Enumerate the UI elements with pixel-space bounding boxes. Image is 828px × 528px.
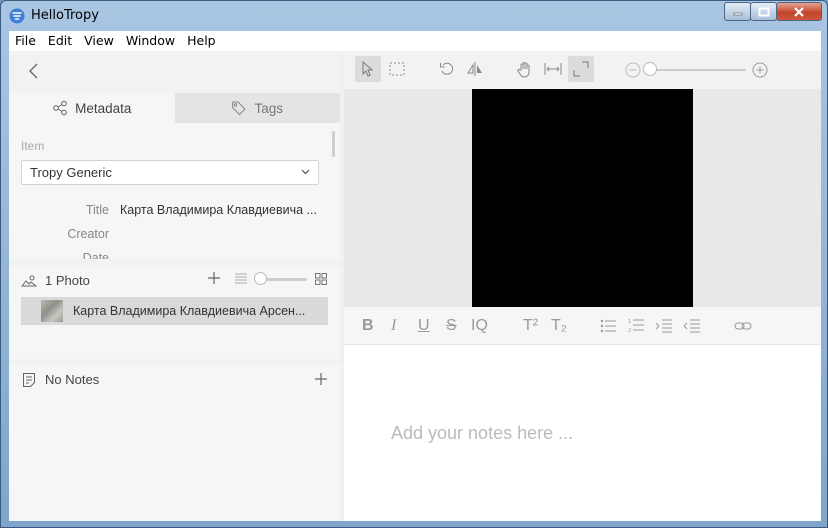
mirror-button[interactable] — [462, 56, 488, 82]
template-select-value: Tropy Generic — [30, 165, 112, 180]
outdent-icon[interactable] — [684, 319, 700, 333]
note-format-toolbar: B I U S IQ T² T₂ 12 — [344, 307, 821, 345]
add-photo-icon[interactable] — [207, 271, 221, 285]
title-bar[interactable]: HelloTropy — [1, 1, 827, 31]
selection-tool-button[interactable] — [384, 56, 410, 82]
field-title[interactable]: Title Карта Владимира Клавдиевича ... — [9, 199, 340, 223]
numbered-list-icon[interactable]: 12 — [628, 318, 644, 333]
panel-tabs: Metadata Tags — [9, 93, 340, 123]
grid-view-icon[interactable] — [315, 273, 327, 285]
pointer-arrow-icon — [362, 61, 374, 77]
marquee-select-icon — [389, 62, 405, 76]
hand-icon — [517, 61, 530, 78]
photo-image[interactable] — [472, 89, 693, 307]
menu-edit[interactable]: Edit — [42, 31, 78, 51]
subscript-button[interactable]: T₂ — [551, 316, 567, 336]
italic-button[interactable]: I — [391, 316, 396, 336]
list-item[interactable]: Карта Владимира Клавдиевича Арсен... — [21, 297, 328, 325]
photo-count: 1 Photo — [45, 273, 90, 288]
back-row — [9, 51, 340, 93]
bold-button[interactable]: B — [362, 316, 374, 336]
photo-panel: 1 Photo Карта Владимира Клавдиевича Арсе… — [9, 267, 340, 359]
fit-width-icon — [544, 63, 562, 75]
share-nodes-icon — [53, 100, 67, 116]
app-window: HelloTropy File Edit View Window Help Me… — [0, 0, 828, 528]
field-label: Title — [85, 203, 109, 217]
photo-thumbnail — [41, 300, 63, 322]
menu-view[interactable]: View — [78, 31, 120, 51]
app-icon — [9, 8, 25, 24]
flip-horizontal-icon — [467, 62, 482, 76]
underline-button[interactable]: U — [418, 316, 430, 336]
notes-count: No Notes — [45, 372, 100, 387]
metadata-panel: Item Tropy Generic Title Карта Владимира… — [9, 123, 340, 259]
svg-text:1: 1 — [628, 319, 631, 325]
client-area: File Edit View Window Help Metadata Tags… — [9, 31, 821, 521]
maximize-icon — [758, 7, 769, 16]
zoom-in-icon[interactable] — [752, 62, 768, 78]
zoom-out-icon[interactable] — [625, 62, 641, 78]
blockquote-button[interactable]: IQ — [471, 316, 488, 336]
close-button[interactable] — [776, 2, 822, 21]
field-date[interactable]: Date — [9, 247, 340, 259]
item-panel: Metadata Tags Item Tropy Generic Title К… — [9, 51, 340, 521]
zoom-slider-track[interactable] — [650, 69, 746, 71]
notes-placeholder: Add your notes here ... — [391, 423, 574, 443]
window-title: HelloTropy — [31, 8, 99, 23]
arrow-tool-button[interactable] — [355, 56, 381, 82]
indent-icon[interactable] — [656, 319, 672, 333]
chevron-down-icon — [301, 169, 310, 175]
photo-icon — [21, 275, 37, 287]
strikethrough-button[interactable]: S — [446, 316, 457, 336]
field-creator[interactable]: Creator — [9, 223, 340, 247]
item-section-label: Item — [21, 139, 45, 153]
svg-text:2: 2 — [628, 328, 631, 333]
template-select[interactable]: Tropy Generic — [21, 160, 319, 185]
field-label: Date — [82, 251, 109, 259]
menu-file[interactable]: File — [9, 31, 42, 51]
maximize-button[interactable] — [750, 2, 777, 21]
zoom-slider-knob[interactable] — [643, 62, 657, 76]
add-note-icon[interactable] — [314, 372, 328, 386]
image-viewer[interactable] — [344, 89, 821, 307]
minimize-button[interactable] — [724, 2, 751, 21]
field-label: Creator — [67, 227, 109, 241]
notes-editor[interactable]: Add your notes here ... — [344, 345, 821, 521]
note-icon — [23, 373, 35, 387]
back-arrow-icon[interactable] — [27, 61, 41, 81]
tab-tags-label: Tags — [254, 100, 284, 116]
tab-tags[interactable]: Tags — [174, 93, 340, 123]
field-value[interactable]: Карта Владимира Клавдиевича ... — [120, 203, 317, 217]
tag-icon — [232, 101, 247, 116]
viewer-toolbar — [344, 51, 821, 89]
pan-tool-button[interactable] — [512, 56, 538, 82]
fit-screen-button[interactable] — [568, 56, 594, 82]
bullet-list-icon[interactable] — [600, 319, 616, 333]
menu-help[interactable]: Help — [181, 31, 222, 51]
tab-metadata[interactable]: Metadata — [9, 93, 175, 123]
rotate-button[interactable] — [434, 56, 460, 82]
link-icon[interactable] — [734, 320, 752, 332]
close-icon — [794, 6, 804, 17]
expand-icon — [573, 61, 589, 77]
rotate-left-icon — [440, 62, 454, 75]
list-view-icon[interactable] — [235, 273, 247, 284]
menu-bar: File Edit View Window Help — [9, 31, 821, 51]
minimize-icon — [733, 12, 742, 15]
photo-zoom-knob[interactable] — [254, 272, 267, 285]
fit-width-button[interactable] — [540, 56, 566, 82]
photo-title: Карта Владимира Клавдиевича Арсен... — [73, 304, 306, 318]
notes-panel: No Notes — [9, 365, 340, 521]
menu-window[interactable]: Window — [120, 31, 181, 51]
photo-panel-header: 1 Photo — [9, 267, 340, 293]
tab-metadata-label: Metadata — [75, 100, 132, 116]
metadata-scrollbar[interactable] — [332, 131, 335, 157]
photo-editor: B I U S IQ T² T₂ 12 Add your notes here … — [344, 51, 821, 521]
superscript-button[interactable]: T² — [523, 316, 538, 336]
